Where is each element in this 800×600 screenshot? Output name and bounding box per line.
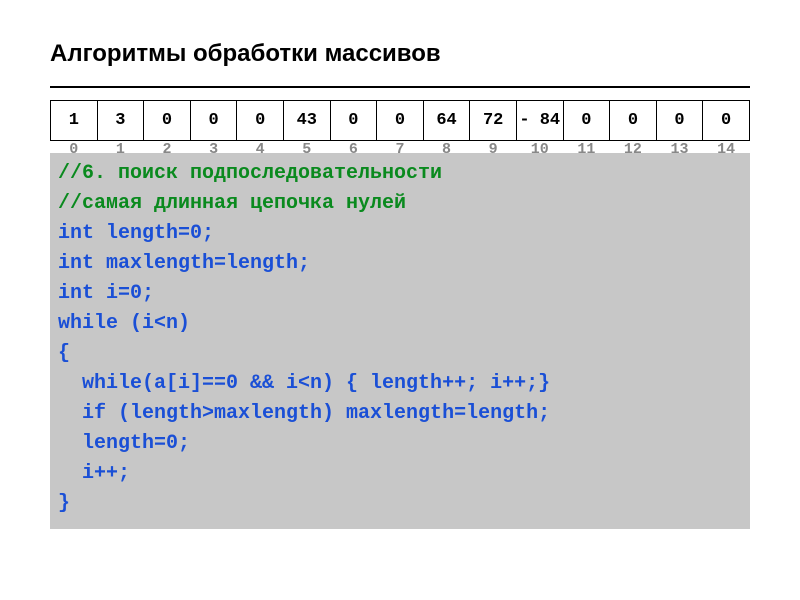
array-cell: 0 (144, 101, 191, 141)
array-cell: 0 (330, 101, 377, 141)
code-line: } (58, 489, 742, 519)
code-comment: //самая длинная цепочка нулей (58, 189, 742, 219)
array-cell: 0 (377, 101, 424, 141)
array-cell: - 84 (516, 101, 563, 141)
code-line: if (length>maxlength) maxlength=length; (58, 399, 742, 429)
array-cell: 43 (283, 101, 330, 141)
code-comment: //6. поиск подпоследовательности (58, 159, 742, 189)
array-cell: 64 (423, 101, 470, 141)
array-cell: 72 (470, 101, 517, 141)
array-table: 1 3 0 0 0 43 0 0 64 72 - 84 0 0 0 0 0 1 … (50, 100, 750, 159)
array-cell: 0 (656, 101, 703, 141)
code-block: //6. поиск подпоследовательности //самая… (50, 153, 750, 529)
code-line: while(a[i]==0 && i<n) { length++; i++;} (58, 369, 742, 399)
array-cell: 3 (97, 101, 144, 141)
array-cell: 0 (190, 101, 237, 141)
array-cell: 0 (610, 101, 657, 141)
title-divider (50, 86, 750, 88)
code-line: int maxlength=length; (58, 249, 742, 279)
array-cell: 0 (237, 101, 284, 141)
array-cell: 0 (703, 101, 750, 141)
code-line: length=0; (58, 429, 742, 459)
page-title: Алгоритмы обработки массивов (50, 40, 750, 68)
code-line: { (58, 339, 742, 369)
array-cell: 1 (51, 101, 98, 141)
array-cell: 0 (563, 101, 610, 141)
array-values-row: 1 3 0 0 0 43 0 0 64 72 - 84 0 0 0 0 (51, 101, 750, 141)
code-line: int length=0; (58, 219, 742, 249)
code-line: i++; (58, 459, 742, 489)
code-line: int i=0; (58, 279, 742, 309)
code-line: while (i<n) (58, 309, 742, 339)
slide: Алгоритмы обработки массивов 1 3 0 0 0 4… (0, 0, 800, 569)
